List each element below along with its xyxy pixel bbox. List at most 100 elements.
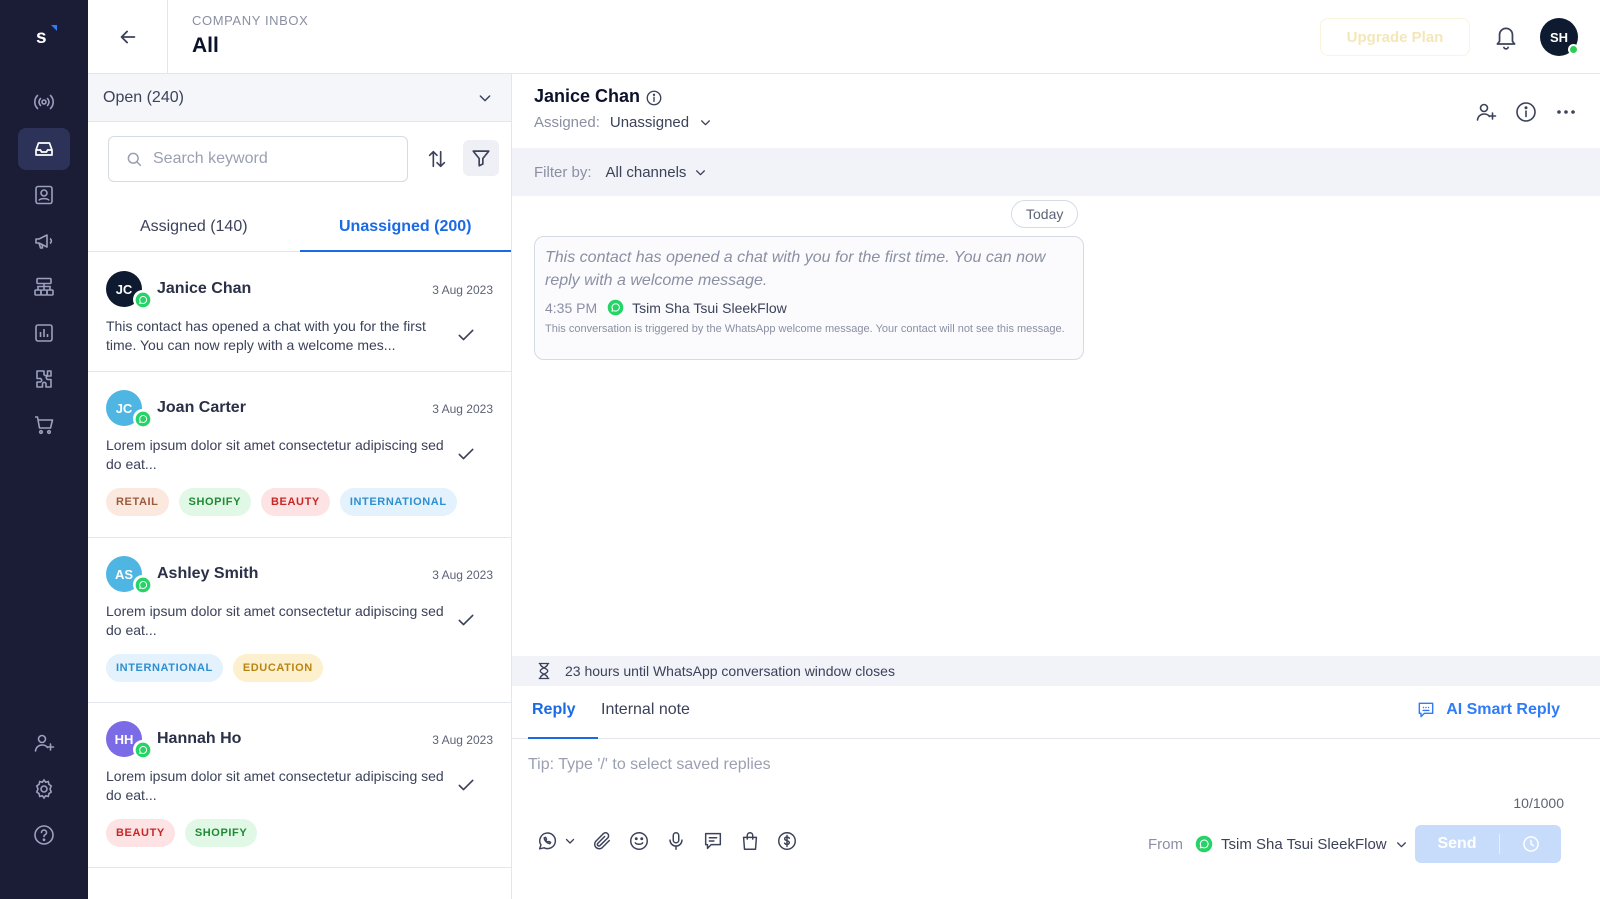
- search-input[interactable]: [153, 150, 383, 168]
- chevron-down-icon: [565, 838, 575, 844]
- commerce-nav-button[interactable]: [18, 404, 70, 446]
- avatar-initials: AS: [114, 566, 134, 582]
- mark-done-button[interactable]: [456, 775, 476, 795]
- composer-tabs: Reply Internal note AI Smart Reply: [512, 686, 1600, 739]
- from-label: From: [1148, 835, 1183, 853]
- conversation-item[interactable]: AS Ashley Smith 3 Aug 2023 Lorem ipsum d…: [88, 538, 511, 703]
- tag-beauty[interactable]: BEAUTY: [106, 819, 175, 847]
- inbox-subtitle: COMPANY INBOX: [192, 13, 309, 28]
- back-button[interactable]: [88, 0, 168, 73]
- attach-file-button[interactable]: [591, 830, 613, 852]
- message-meta: 4:35 PM Tsim Sha Tsui SleekFlow: [545, 299, 1073, 316]
- broadcast-nav-button[interactable]: [18, 81, 70, 123]
- sender-channel-selector[interactable]: From Tsim Sha Tsui SleekFlow: [1148, 835, 1408, 853]
- whatsapp-icon: [135, 292, 150, 307]
- conversation-list-panel: Open (240) Assigned (140) Unassigned (20…: [88, 74, 512, 899]
- message-note: This conversation is triggered by the Wh…: [545, 323, 1065, 335]
- attachment-icon: [593, 832, 611, 850]
- conversation-item[interactable]: JC Janice Chan 3 Aug 2023 This contact h…: [88, 253, 511, 372]
- user-avatar[interactable]: SH: [1540, 18, 1579, 56]
- from-value: Tsim Sha Tsui SleekFlow: [1221, 835, 1387, 853]
- assign-user-button[interactable]: [1474, 100, 1498, 124]
- tab-assigned[interactable]: Assigned (140): [88, 202, 300, 251]
- template-button[interactable]: [702, 830, 724, 852]
- voice-record-button[interactable]: [665, 830, 687, 852]
- tag-shopify[interactable]: SHOPIFY: [184, 819, 258, 847]
- schedule-send-button[interactable]: [1500, 834, 1561, 854]
- contact-details-button[interactable]: [1514, 100, 1538, 124]
- product-button[interactable]: [739, 830, 761, 852]
- conversation-item[interactable]: HH Hannah Ho 3 Aug 2023 Lorem ipsum dolo…: [88, 703, 511, 868]
- tag-education[interactable]: EDUCATION: [232, 654, 323, 682]
- checkmark-icon: [458, 448, 474, 460]
- tag-international[interactable]: INTERNATIONAL: [106, 654, 223, 682]
- whatsapp-icon: [135, 577, 150, 592]
- tag-international[interactable]: INTERNATIONAL: [339, 488, 457, 516]
- assignee-selector[interactable]: Assigned: Unassigned: [534, 114, 712, 131]
- payment-icon: [778, 832, 796, 850]
- logo-letter: s: [36, 27, 47, 48]
- tag-retail[interactable]: RETAIL: [106, 488, 169, 516]
- tag-shopify[interactable]: SHOPIFY: [178, 488, 252, 516]
- emoji-button[interactable]: [628, 830, 650, 852]
- message-channel: Tsim Sha Tsui SleekFlow: [632, 299, 787, 316]
- message-preview: Lorem ipsum dolor sit amet consectetur a…: [106, 768, 444, 803]
- assignment-tabs: Assigned (140) Unassigned (200): [88, 202, 511, 252]
- send-button[interactable]: Send: [1415, 835, 1499, 853]
- ai-smart-reply-label: AI Smart Reply: [1446, 701, 1560, 718]
- filter-icon: [472, 150, 490, 167]
- integrations-nav-button[interactable]: [18, 358, 70, 400]
- product-icon: [742, 832, 758, 850]
- tab-unassigned[interactable]: Unassigned (200): [299, 202, 512, 252]
- conversation-date: 3 Aug 2023: [432, 733, 493, 747]
- more-options-button[interactable]: [1554, 100, 1578, 124]
- filter-button[interactable]: [463, 140, 499, 176]
- app-logo[interactable]: s: [34, 25, 60, 51]
- analytics-icon: [35, 324, 53, 342]
- mark-done-button[interactable]: [456, 610, 476, 630]
- add-user-icon: [1476, 103, 1497, 121]
- notifications-button[interactable]: [1493, 23, 1519, 51]
- tag-list: INTERNATIONAL EDUCATION: [106, 654, 323, 682]
- assigned-value: Unassigned: [609, 114, 690, 131]
- whatsapp-badge: [133, 740, 152, 759]
- analytics-nav-button[interactable]: [18, 312, 70, 354]
- conversation-item[interactable]: JC Joan Carter 3 Aug 2023 Lorem ipsum do…: [88, 372, 511, 538]
- contacts-nav-button[interactable]: [18, 174, 70, 216]
- mark-done-button[interactable]: [456, 444, 476, 464]
- payment-link-button[interactable]: [776, 830, 798, 852]
- conversation-date: 3 Aug 2023: [432, 568, 493, 582]
- bell-icon: [1496, 27, 1516, 50]
- info-icon: [646, 90, 662, 106]
- left-nav-rail: s: [0, 0, 88, 899]
- channel-filter-dropdown[interactable]: All channels: [606, 164, 708, 181]
- whatsapp-channel-icon: [538, 832, 557, 850]
- settings-nav-button[interactable]: [18, 768, 70, 810]
- chat-contact-name[interactable]: Janice Chan: [534, 86, 640, 107]
- ai-smart-reply-button[interactable]: AI Smart Reply: [1416, 700, 1560, 720]
- chat-panel: Janice Chan Assigned: Unassigned Filter …: [512, 74, 1600, 899]
- campaigns-nav-button[interactable]: [18, 220, 70, 262]
- status-filter-dropdown[interactable]: Open (240): [88, 74, 511, 122]
- message-time: 4:35 PM: [545, 299, 598, 316]
- inbox-nav-button[interactable]: [18, 128, 70, 170]
- contact-info-button[interactable]: [645, 89, 663, 107]
- flow-builder-icon: [34, 277, 54, 296]
- channel-selector-button[interactable]: [536, 830, 576, 852]
- flow-builder-nav-button[interactable]: [18, 266, 70, 308]
- conversation-date: 3 Aug 2023: [432, 402, 493, 416]
- tab-reply[interactable]: Reply: [532, 701, 576, 719]
- tag-beauty[interactable]: BEAUTY: [261, 488, 330, 516]
- sort-button[interactable]: [422, 144, 452, 174]
- upgrade-plan-button[interactable]: Upgrade Plan: [1320, 18, 1470, 56]
- window-notice-text: 23 hours until WhatsApp conversation win…: [565, 663, 895, 679]
- hourglass-icon: [538, 662, 550, 680]
- tab-internal-note[interactable]: Internal note: [601, 701, 690, 719]
- clock-icon: [1522, 836, 1539, 852]
- whatsapp-icon: [135, 411, 150, 426]
- invite-user-nav-button[interactable]: [18, 722, 70, 764]
- reply-input[interactable]: [528, 756, 1578, 774]
- help-nav-button[interactable]: [18, 814, 70, 856]
- mark-done-button[interactable]: [456, 325, 476, 345]
- emoji-icon: [630, 832, 648, 850]
